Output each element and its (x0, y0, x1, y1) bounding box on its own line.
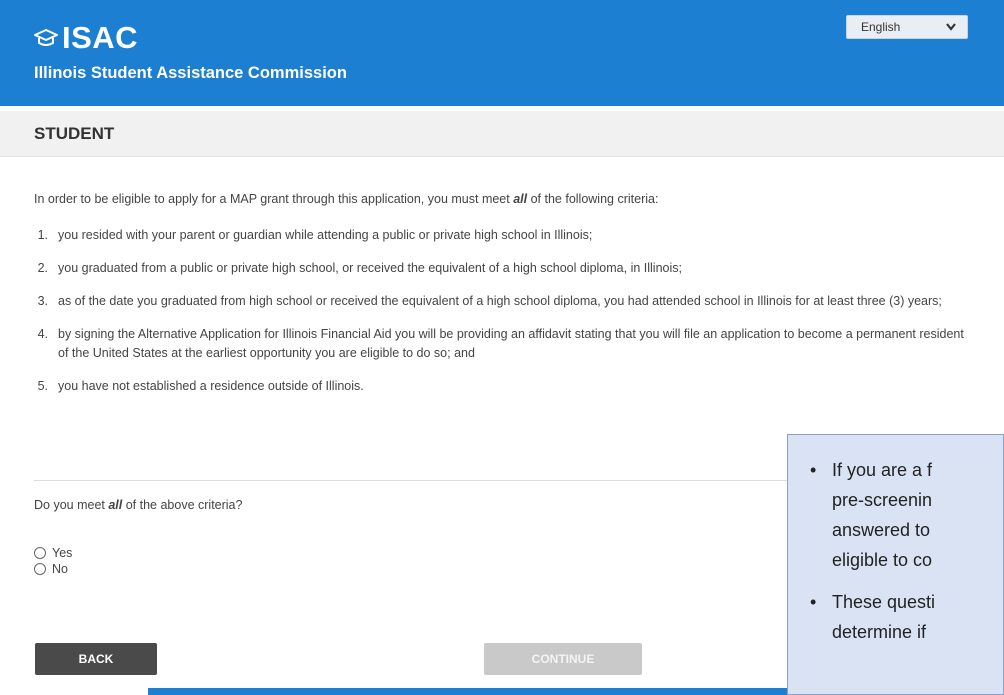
callout-line: eligible to co (832, 550, 933, 570)
criteria-list: 1. you resided with your parent or guardi… (34, 226, 974, 410)
criteria-item: 4. by signing the Alternative Application… (34, 325, 974, 363)
criteria-item: 1. you resided with your parent or guardi… (34, 226, 974, 245)
criteria-item: 2. you graduated from a public or private… (34, 259, 974, 278)
criteria-item: 3. as of the date you graduated from high… (34, 292, 974, 311)
criteria-number: 2. (37, 261, 48, 275)
criteria-number: 1. (37, 228, 48, 242)
callout-item: • If you are a f pre-screenin answered t… (806, 455, 1003, 575)
callout-line: determine if (832, 622, 927, 642)
info-callout: • If you are a f pre-screenin answered t… (787, 434, 1004, 695)
criteria-text: you resided with your parent or guardian… (58, 228, 593, 242)
continue-button[interactable]: CONTINUE (484, 643, 642, 675)
criteria-text: as of the date you graduated from high s… (58, 294, 942, 308)
section-header: STUDENT (0, 111, 1004, 157)
callout-line: These questi (832, 592, 936, 612)
back-button[interactable]: BACK (35, 643, 157, 675)
section-title: STUDENT (34, 124, 115, 143)
isac-logo[interactable]: ISAC (34, 22, 138, 54)
language-selected: English (861, 20, 901, 34)
graduation-cap-icon (34, 29, 58, 46)
criteria-item: 5. you have not established a residence o… (34, 377, 974, 396)
intro-text-post: of the following criteria: (527, 192, 659, 206)
site-header: ISAC Illinois Student Assistance Commiss… (0, 0, 1004, 106)
intro-text: In order to be eligible to apply for a M… (34, 192, 658, 206)
question-emphasis: all (108, 498, 123, 512)
criteria-text: you have not established a residence out… (58, 379, 364, 393)
criteria-text: by signing the Alternative Application f… (58, 327, 964, 360)
language-select[interactable]: English (846, 15, 968, 39)
radio-label-no: No (52, 562, 68, 576)
criteria-number: 5. (37, 379, 48, 393)
org-name: Illinois Student Assistance Commission (34, 64, 347, 82)
radio-label-yes: Yes (52, 546, 73, 560)
radio-button-yes[interactable] (34, 547, 46, 559)
callout-line: If you are a f (832, 460, 933, 480)
criteria-text: you graduated from a public or private h… (58, 261, 682, 275)
bullet-icon: • (810, 592, 817, 612)
radio-option-yes[interactable]: Yes (34, 546, 72, 560)
callout-line: answered to (832, 520, 931, 540)
intro-text-emphasis: all (513, 192, 528, 206)
intro-text-pre: In order to be eligible to apply for a M… (34, 192, 514, 206)
question-pre: Do you meet (34, 498, 109, 512)
radio-option-no[interactable]: No (34, 562, 68, 576)
bullet-icon: • (810, 460, 817, 480)
eligibility-question: Do you meet all of the above criteria? (34, 498, 242, 512)
radio-button-no[interactable] (34, 563, 46, 575)
chevron-down-icon (946, 23, 956, 31)
callout-line: pre-screenin (832, 490, 933, 510)
callout-item: • These questi determine if (806, 587, 1003, 647)
criteria-number: 3. (37, 294, 48, 308)
logo-text: ISAC (62, 20, 139, 55)
criteria-number: 4. (37, 327, 48, 341)
question-post: of the above criteria? (122, 498, 243, 512)
